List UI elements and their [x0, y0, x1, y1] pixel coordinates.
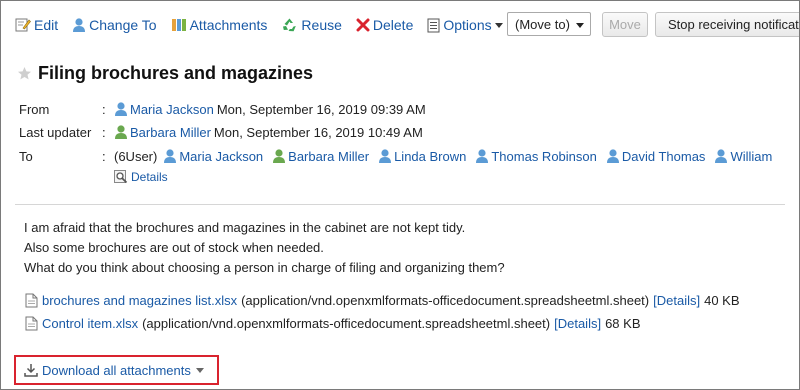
recipient-link[interactable]: Thomas Robinson — [475, 148, 597, 164]
user-icon — [606, 149, 619, 163]
message-view: Edit Change To Attachments Reuse Delete … — [0, 0, 800, 390]
delete-button[interactable]: Delete — [356, 17, 413, 33]
recipient-link[interactable]: Maria Jackson — [163, 148, 263, 164]
user-icon — [115, 125, 127, 139]
recipient-name: Barbara Miller — [288, 148, 370, 164]
reuse-button[interactable]: Reuse — [281, 17, 342, 33]
options-label: Options — [443, 17, 492, 33]
attachments-label: Attachments — [189, 17, 268, 33]
updater-date: Mon, September 16, 2019 10:49 AM — [213, 124, 423, 140]
recipient-link[interactable]: William — [714, 148, 772, 164]
recipient-link[interactable]: David Thomas — [606, 148, 706, 164]
updater-label: Last updater — [19, 125, 92, 140]
attachment-row: brochures and magazines list.xlsx (appli… — [25, 293, 740, 308]
options-button[interactable]: Options — [427, 17, 503, 33]
from-label: From — [19, 102, 50, 117]
attachment-details-link[interactable]: [Details] — [653, 293, 700, 308]
chevron-down-icon — [195, 367, 204, 373]
from-user-link[interactable]: Maria Jackson — [114, 101, 214, 117]
from-user-name: Maria Jackson — [130, 101, 214, 117]
toolbar: Edit Change To Attachments Reuse Delete … — [15, 11, 517, 39]
download-icon — [24, 364, 38, 377]
change-to-label: Change To — [89, 17, 157, 33]
message-body: I am afraid that the brochures and magaz… — [24, 218, 505, 278]
updater-colon: : — [102, 125, 106, 140]
stop-notifications-button[interactable]: Stop receiving notifications — [655, 12, 799, 37]
user-icon — [715, 149, 728, 163]
options-icon — [427, 18, 440, 32]
body-line: I am afraid that the brochures and magaz… — [24, 220, 466, 235]
download-all-highlight: Download all attachments — [14, 355, 219, 385]
to-value: (6User) Maria Jackson Barbara Miller Lin… — [114, 148, 781, 164]
attachments-icon — [171, 19, 186, 31]
recipient-link[interactable]: Barbara Miller — [272, 148, 369, 164]
chevron-down-icon — [576, 23, 584, 28]
delete-label: Delete — [372, 17, 414, 33]
move-button[interactable]: Move — [602, 12, 648, 37]
body-line: What do you think about choosing a perso… — [24, 260, 505, 275]
updater-user-link[interactable]: Barbara Miller — [114, 124, 211, 140]
attachment-link[interactable]: brochures and magazines list.xlsx — [42, 293, 237, 308]
from-value: Maria Jackson Mon, September 16, 2019 09… — [114, 101, 426, 117]
file-icon — [25, 316, 38, 331]
recipients-details-link[interactable]: Details — [114, 170, 168, 184]
recipient-link[interactable]: Linda Brown — [378, 148, 466, 164]
attachment-type: (application/vnd.openxmlformats-officedo… — [241, 293, 650, 308]
attachments-button[interactable]: Attachments — [171, 17, 268, 33]
attachment-type: (application/vnd.openxmlformats-officedo… — [142, 316, 551, 331]
updater-value: Barbara Miller Mon, September 16, 2019 1… — [114, 124, 423, 140]
attachment-size: 40 KB — [704, 293, 740, 308]
move-to-select[interactable]: (Move to) — [507, 12, 591, 36]
user-icon — [115, 102, 127, 116]
attachment-details-link[interactable]: [Details] — [554, 316, 601, 331]
to-count: (6User) — [114, 148, 158, 164]
move-to-value: (Move to) — [515, 16, 570, 32]
edit-icon — [15, 18, 31, 32]
user-icon — [476, 149, 489, 163]
reuse-icon — [283, 18, 297, 32]
recipient-name: William — [730, 148, 773, 164]
to-colon: : — [102, 149, 106, 164]
download-all-button[interactable]: Download all attachments — [24, 363, 204, 378]
recipient-name: Linda Brown — [394, 148, 467, 164]
page-title: Filing brochures and magazines — [38, 63, 314, 83]
updater-user-name: Barbara Miller — [130, 124, 211, 140]
reuse-label: Reuse — [301, 17, 342, 33]
details-label: Details — [131, 170, 168, 184]
star-icon[interactable] — [17, 66, 32, 81]
edit-button[interactable]: Edit — [15, 17, 58, 33]
divider — [15, 204, 785, 205]
magnifier-icon — [114, 170, 128, 184]
from-date: Mon, September 16, 2019 09:39 AM — [216, 101, 426, 117]
attachment-link[interactable]: Control item.xlsx — [42, 316, 138, 331]
delete-icon — [356, 18, 370, 32]
attachment-size: 68 KB — [605, 316, 641, 331]
to-label: To — [19, 149, 33, 164]
user-icon — [273, 149, 286, 163]
file-icon — [25, 293, 38, 308]
body-line: Also some brochures are out of stock whe… — [24, 240, 324, 255]
chevron-down-icon — [494, 22, 503, 28]
from-colon: : — [102, 102, 106, 117]
change-to-button[interactable]: Change To — [72, 17, 157, 33]
download-all-label: Download all attachments — [42, 362, 191, 378]
recipient-name: Maria Jackson — [179, 148, 264, 164]
recipient-name: Thomas Robinson — [491, 148, 597, 164]
edit-label: Edit — [34, 17, 59, 33]
attachment-row: Control item.xlsx (application/vnd.openx… — [25, 316, 641, 331]
user-icon — [73, 18, 86, 32]
user-icon — [379, 149, 392, 163]
title-row: Filing brochures and magazines — [17, 63, 313, 84]
recipient-name: David Thomas — [621, 148, 706, 164]
user-icon — [164, 149, 177, 163]
